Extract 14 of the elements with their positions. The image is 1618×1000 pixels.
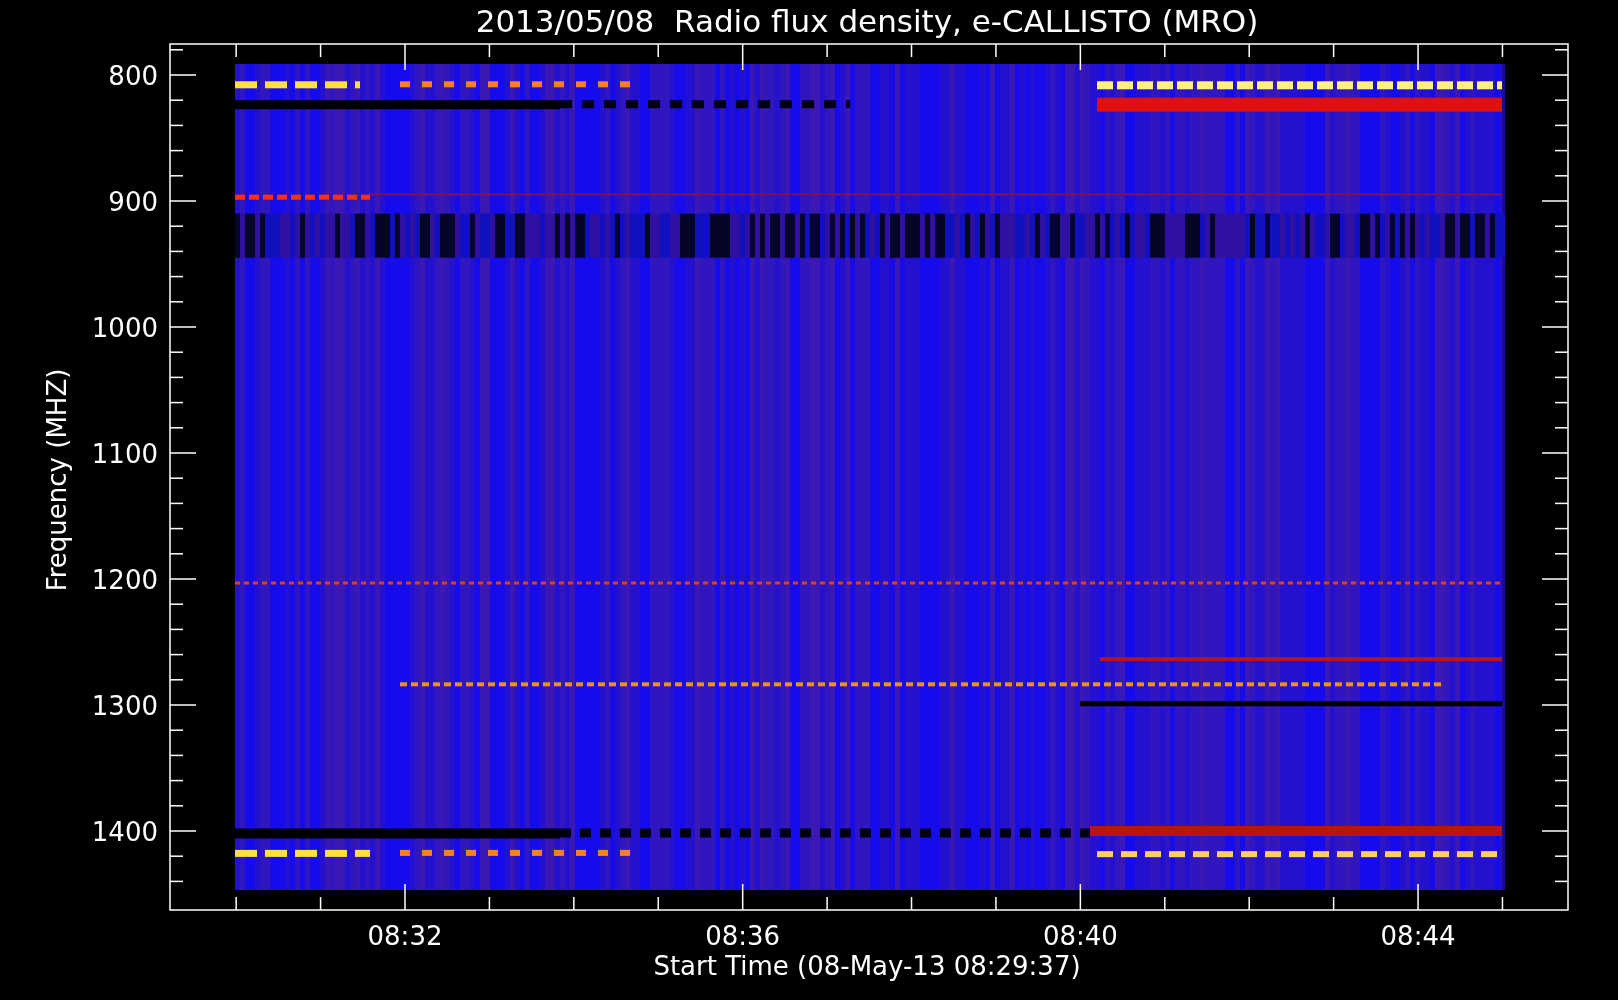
y-tick-label: 1100: [91, 439, 158, 469]
x-tick-label: 08:36: [705, 921, 781, 951]
y-tick-label: 900: [108, 187, 158, 217]
y-tick-label: 1300: [91, 691, 158, 721]
y-tick-label: 1000: [91, 313, 158, 343]
x-tick-label: 08:40: [1042, 921, 1118, 951]
y-tick-label: 1200: [91, 565, 158, 595]
chart-title: 2013/05/08 Radio flux density, e-CALLISTO (MRO): [475, 3, 1259, 39]
y-tick-label: 1400: [91, 817, 158, 847]
x-tick-label: 08:44: [1380, 921, 1456, 951]
y-tick-label: 800: [108, 61, 158, 91]
y-axis-label: Frequency (MHZ): [42, 368, 72, 592]
x-axis-label: Start Time (08-May-13 08:29:37): [653, 951, 1081, 981]
x-tick-label: 08:32: [367, 921, 443, 951]
